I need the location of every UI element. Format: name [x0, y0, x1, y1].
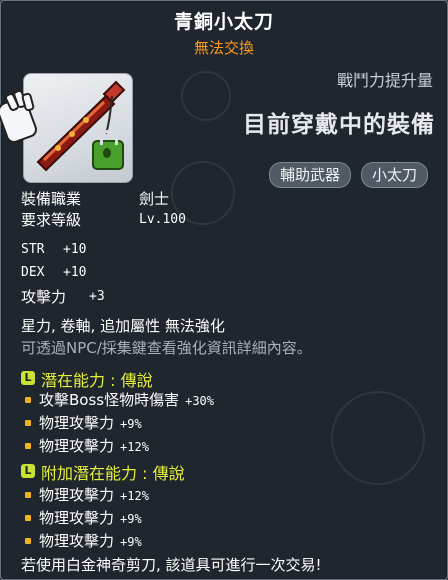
item-name: 青銅小太刀 [173, 11, 274, 33]
tag-weapon-type: 小太刀 [361, 162, 429, 188]
tag-secondary-weapon: 輔助武器 [269, 162, 352, 188]
potential-line: 物理攻擊力 +9% [39, 412, 142, 433]
potential-line: 攻擊Boss怪物時傷害 +30% [39, 389, 214, 410]
lock-icon [92, 130, 124, 170]
enhance-note: 可透過NPC/採集鍵查看強化資訊詳細內容。 [21, 339, 312, 357]
stat-value-attack: +3 [89, 289, 105, 304]
potential-line-value: +12% [120, 440, 149, 454]
job-label: 裝備職業 [21, 190, 82, 208]
additional-potential-line: 物理攻擊力 +9% [39, 530, 142, 551]
combat-power-label: 戰鬥力提升量 [336, 71, 433, 90]
item-icon-frame [23, 73, 133, 183]
bullet-icon [25, 492, 31, 498]
level-label: 要求等級 [21, 211, 82, 229]
additional-potential-line: 物理攻擊力 +12% [39, 484, 149, 505]
bullet-icon [25, 397, 31, 403]
trade-footer-note: 若使用白金神奇剪刀, 該道具可進行一次交易! [21, 556, 322, 574]
additional-potential-line-value: +12% [120, 489, 149, 503]
job-value: 劍士 [139, 190, 170, 208]
legendary-badge: L [21, 371, 35, 385]
potential-line-value: +9% [120, 417, 142, 431]
potential-line-value: +30% [185, 394, 215, 408]
legendary-badge: L [21, 464, 35, 478]
potential-title: 潛在能力 : 傳說 [41, 371, 153, 390]
additional-potential-line-text: 物理攻擊力 [39, 509, 115, 527]
additional-potential-line: 物理攻擊力 +9% [39, 507, 142, 528]
additional-potential-line-text: 物理攻擊力 [39, 532, 115, 550]
bullet-icon [25, 538, 31, 544]
potential-line: 物理攻擊力 +12% [39, 435, 149, 456]
stat-name-dex: DEX [21, 265, 45, 280]
bullet-icon [25, 443, 31, 449]
stat-value-str: +10 [63, 242, 87, 257]
item-tooltip: 青銅小太刀 無法交換 戰鬥力提升量 目前穿戴中的裝備 輔助武器 小太刀 裝備職業… [0, 0, 448, 580]
background-decoration [181, 71, 231, 121]
trade-status: 無法交換 [193, 39, 254, 57]
level-value: Lv.100 [139, 212, 186, 227]
equipped-label: 目前穿戴中的裝備 [243, 112, 435, 138]
bullet-icon [25, 420, 31, 426]
stat-name-attack: 攻擊力 [21, 288, 67, 306]
stat-name-str: STR [21, 242, 45, 257]
potential-line-text: 攻擊Boss怪物時傷害 [39, 391, 180, 409]
enhance-status: 星力, 卷軸, 追加屬性 無法強化 [21, 317, 225, 335]
additional-potential-title: 附加潛在能力 : 傳說 [41, 464, 185, 483]
stat-value-dex: +10 [63, 265, 87, 280]
bullet-icon [25, 515, 31, 521]
additional-potential-line-value: +9% [120, 535, 142, 549]
background-decoration [331, 391, 425, 485]
potential-line-text: 物理攻擊力 [39, 414, 115, 432]
additional-potential-line-text: 物理攻擊力 [39, 486, 115, 504]
potential-line-text: 物理攻擊力 [39, 437, 115, 455]
additional-potential-line-value: +9% [120, 512, 142, 526]
